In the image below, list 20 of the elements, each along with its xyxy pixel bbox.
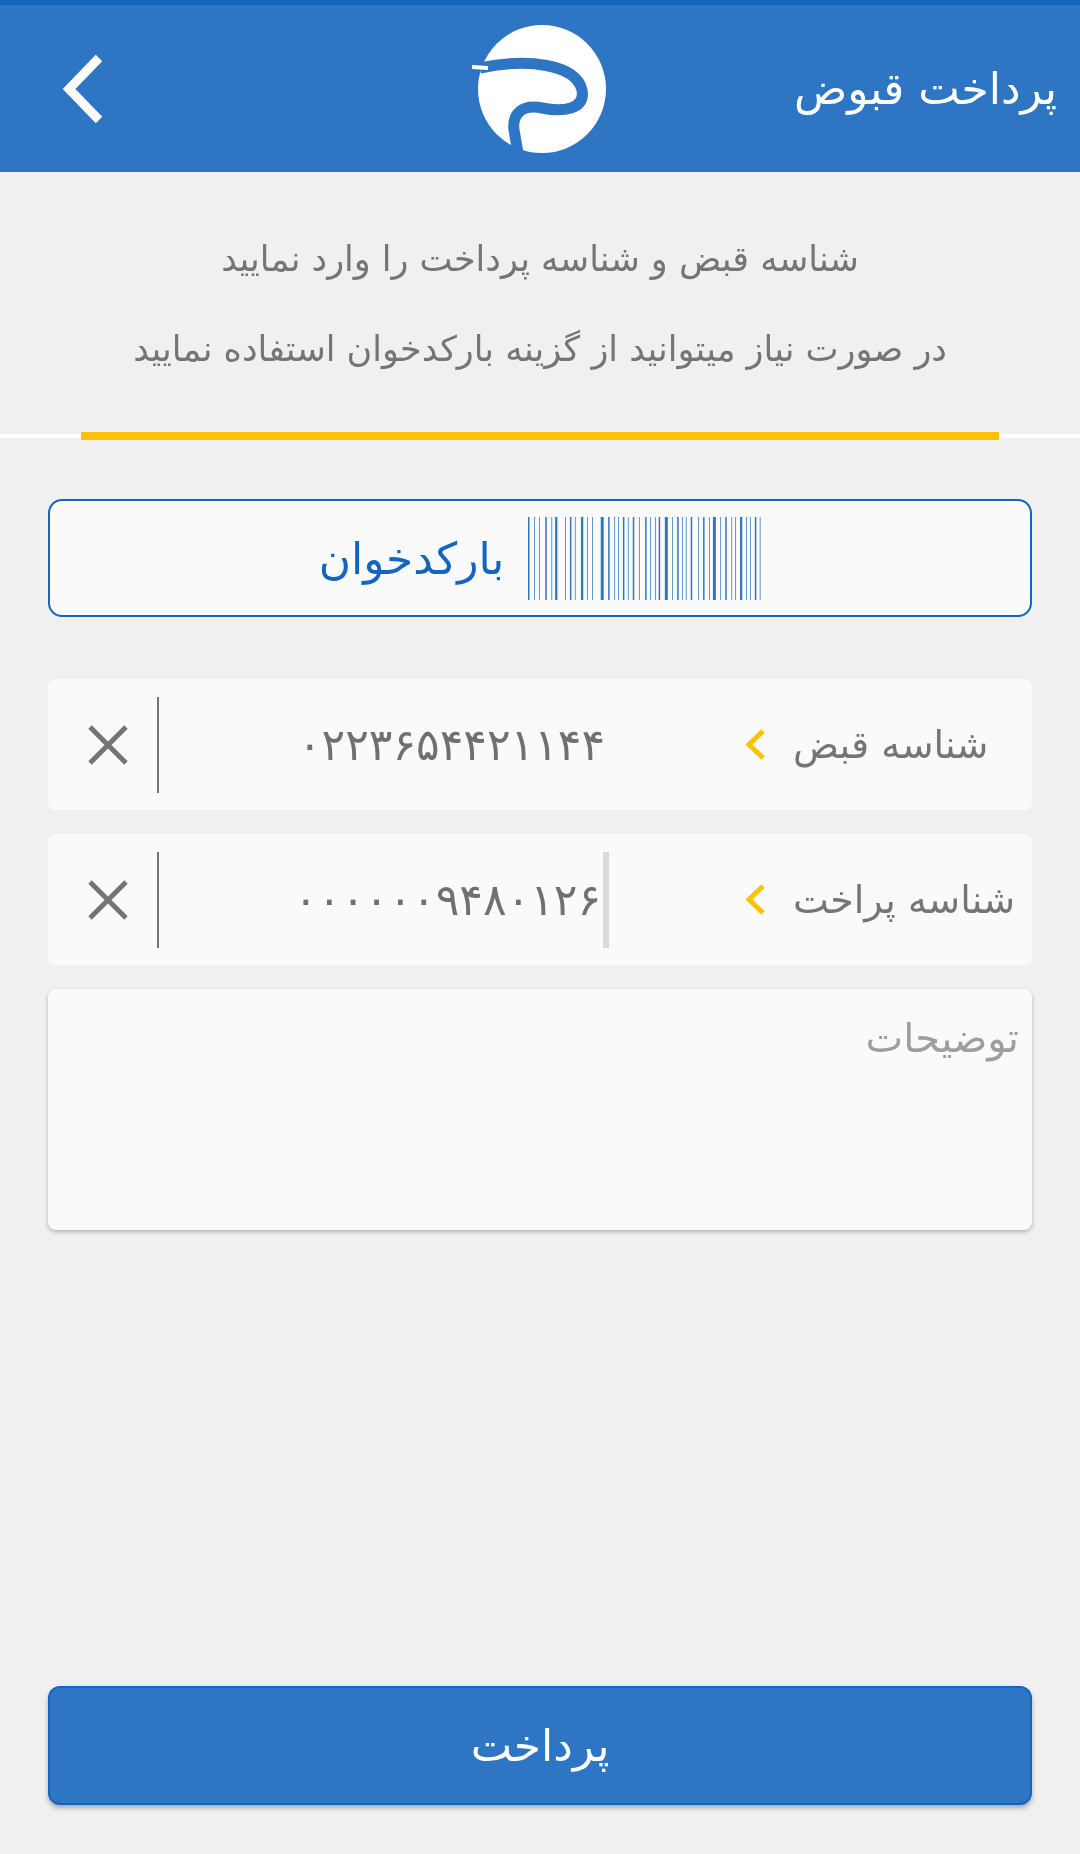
back-button[interactable] (61, 52, 105, 125)
chevron-left-icon (744, 728, 766, 761)
close-icon (87, 878, 129, 921)
close-icon (87, 723, 129, 766)
input-field[interactable]: ۰۰۰۰۰۰۹۴۸۰۱۲۶ (159, 834, 744, 965)
field-label: شناسه قبض (793, 722, 990, 767)
clear-button[interactable] (87, 878, 129, 921)
page-title: پرداخت قبوض (794, 61, 1057, 117)
description-field[interactable]: توضیحات (48, 989, 1032, 1230)
instruction-text: در صورت نیاز میتوانید از گزینه بارکدخوان استفاده نمایید (133, 327, 947, 372)
logo-icon (472, 24, 608, 153)
barcode-icon (528, 516, 762, 600)
chevron-left-icon (744, 883, 766, 916)
clear-button[interactable] (87, 723, 129, 766)
field-label: شناسه پراخت (793, 877, 1017, 922)
input-field[interactable]: ۰۲۲۳۶۵۴۴۲۱۱۴۴ (159, 679, 744, 810)
pay-button[interactable]: پرداخت (48, 1686, 1032, 1805)
barcode-button[interactable]: بارکدخوان (48, 499, 1032, 617)
chevron-left-icon (61, 52, 105, 125)
instruction-text: شناسه قبض و شناسه پرداخت را وارد نمایید (221, 237, 859, 282)
